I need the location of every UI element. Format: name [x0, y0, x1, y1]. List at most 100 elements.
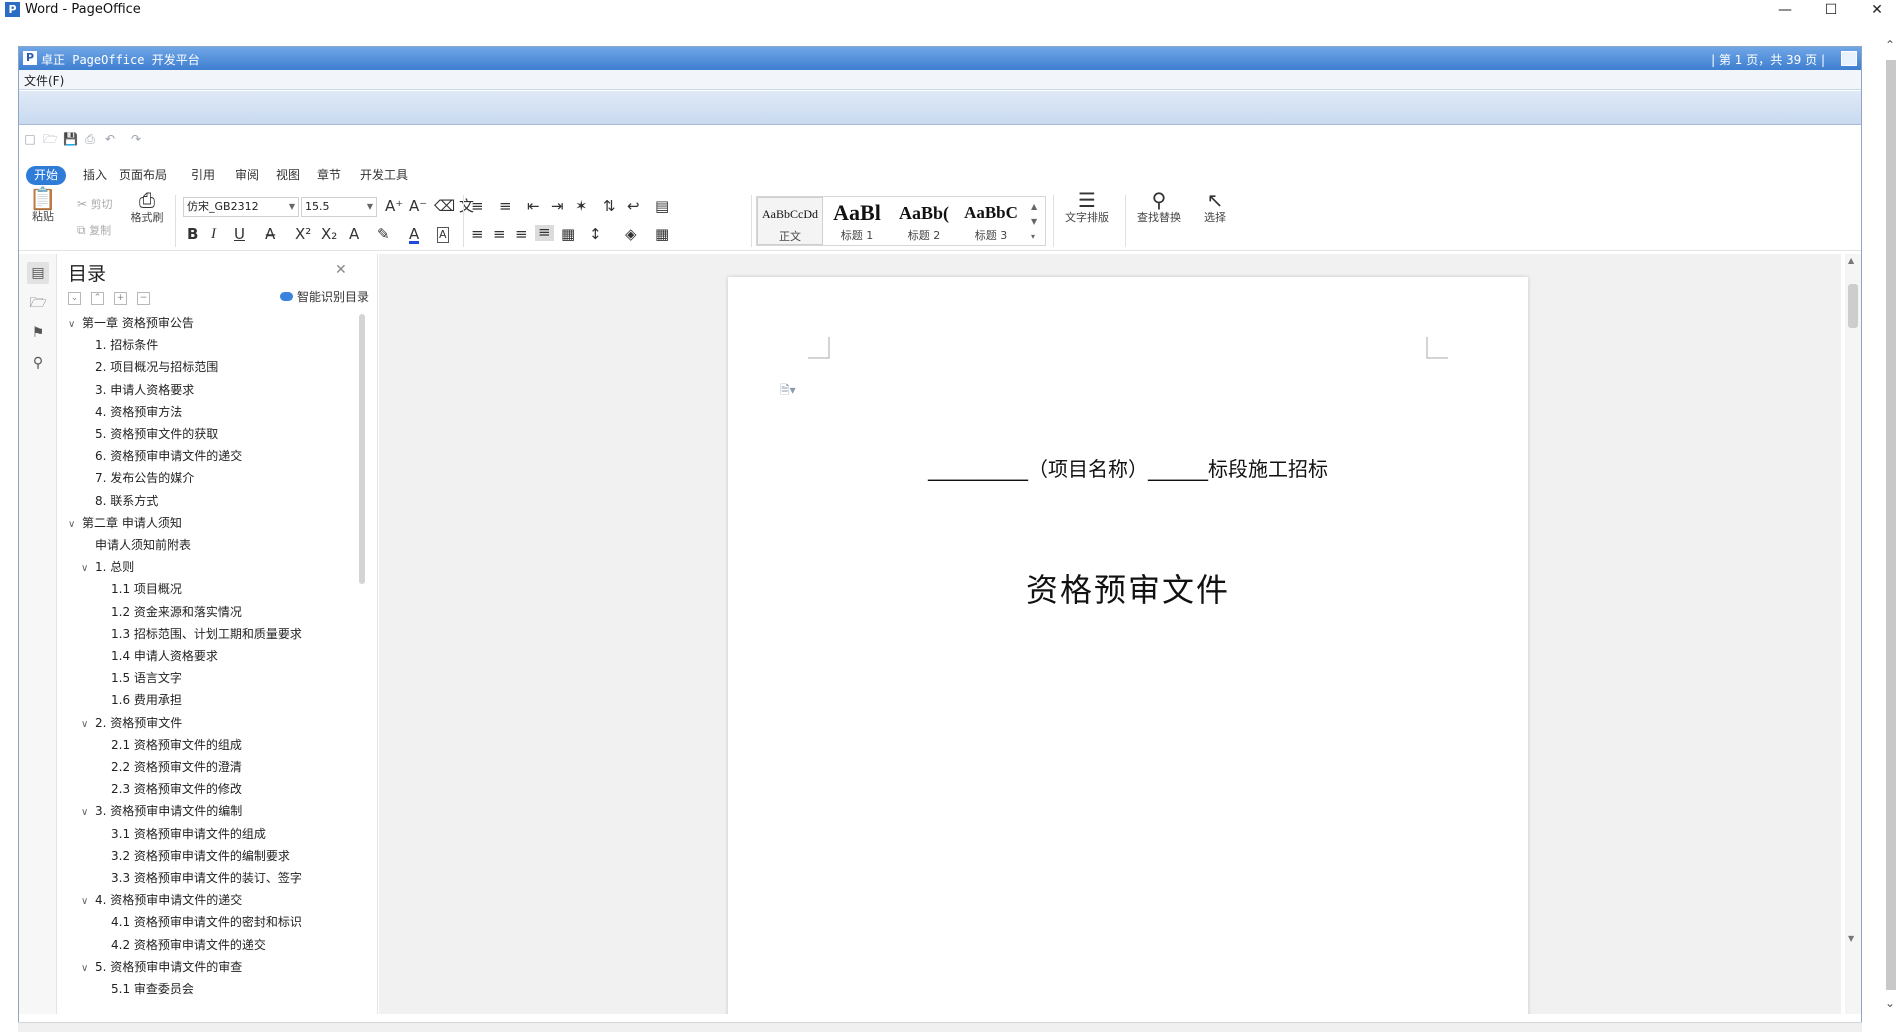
chevron-down-icon[interactable]: ∨	[81, 891, 95, 913]
toc-item[interactable]: 7. 发布公告的媒介	[95, 467, 194, 489]
style-heading-3[interactable]: AaBbC 标题 3	[958, 197, 1024, 245]
toc-item[interactable]: ∨ 1. 总则	[81, 556, 134, 578]
show-marks-button[interactable]: ↩	[627, 199, 640, 215]
font-size-select[interactable]: 15.5 ▼	[301, 197, 377, 217]
remove-level-icon[interactable]: −	[137, 292, 150, 305]
format-painter-button[interactable]: ⎙ 格式刷	[127, 190, 167, 225]
toc-item[interactable]: 1.1 项目概况	[111, 578, 182, 600]
clear-format-button[interactable]: ⌫	[434, 199, 455, 215]
toc-item[interactable]: 2.2 资格预审文件的澄清	[111, 756, 242, 778]
increase-indent-button[interactable]: ⇥	[551, 199, 564, 215]
subscript-button[interactable]: X₂	[321, 227, 337, 243]
align-center-button[interactable]: ≡	[493, 227, 506, 243]
fullscreen-button[interactable]	[1841, 51, 1857, 66]
outer-vertical-scrollbar[interactable]: ⌃ ⌄	[1881, 38, 1901, 1018]
toc-item[interactable]: ∨ 3. 资格预审申请文件的编制	[81, 800, 242, 822]
toc-item[interactable]: 6. 资格预审申请文件的递交	[95, 445, 242, 467]
chapter-nav-icon[interactable]: 🗁	[27, 292, 49, 314]
maximize-button[interactable]: ☐	[1808, 0, 1854, 22]
tab-home[interactable]: 开始	[26, 166, 67, 185]
search-icon[interactable]: ⚲	[27, 352, 49, 374]
document-page[interactable]: 🗎▾ __________（项目名称）______标段施工招标 资格预审文件	[728, 277, 1528, 1014]
scroll-down-arrow-icon[interactable]: ▼	[1848, 934, 1854, 943]
toc-item[interactable]: 5. 资格预审文件的获取	[95, 423, 218, 445]
document-tool-icon[interactable]: 🗎▾	[780, 381, 796, 402]
chevron-down-icon[interactable]: ∨	[68, 514, 82, 536]
open-folder-icon[interactable]: 🗁	[43, 133, 58, 146]
distributed-button[interactable]: ▦	[561, 227, 575, 243]
tab-view[interactable]: 视图	[268, 166, 308, 185]
collapse-all-icon[interactable]: ⌃	[91, 292, 104, 305]
toc-item[interactable]: 1. 招标条件	[95, 334, 158, 356]
toc-item[interactable]: ∨ 第二章 申请人须知	[68, 512, 182, 534]
table-tools-button[interactable]: ▤	[655, 199, 669, 215]
chevron-down-icon[interactable]: ∨	[81, 802, 95, 824]
tab-page-layout[interactable]: 页面布局	[111, 166, 175, 185]
toc-item[interactable]: 2. 项目概况与招标范围	[95, 356, 218, 378]
line-spacing-button[interactable]: ↕	[589, 227, 602, 243]
paste-button[interactable]: 📋 粘贴	[25, 189, 61, 224]
style-normal[interactable]: AaBbCcDd 正文	[757, 197, 823, 245]
gallery-scroll-icon[interactable]: ▲ ▼ ▾	[1031, 199, 1037, 244]
chevron-down-icon[interactable]: ∨	[81, 958, 95, 980]
find-replace-button[interactable]: ⚲ 查找替换	[1129, 190, 1189, 225]
style-heading-2[interactable]: AaBb( 标题 2	[891, 197, 957, 245]
document-vertical-scrollbar[interactable]: ▲ ▼	[1845, 254, 1861, 1014]
scroll-up-arrow-icon[interactable]: ▲	[1848, 256, 1854, 265]
tab-chapter[interactable]: 章节	[309, 166, 349, 185]
scroll-up-arrow-icon[interactable]: ⌃	[1885, 38, 1895, 52]
align-left-button[interactable]: ≡	[471, 227, 484, 243]
save-icon[interactable]: 💾	[63, 133, 78, 146]
toc-item[interactable]: 申请人须知前附表	[95, 534, 191, 556]
tab-references[interactable]: 引用	[183, 166, 223, 185]
copy-button[interactable]: ⧉ 复制	[77, 223, 111, 238]
tab-developer[interactable]: 开发工具	[352, 166, 416, 185]
underline-button[interactable]: U	[234, 227, 245, 243]
highlight-button[interactable]: ✎	[377, 227, 390, 243]
toc-item[interactable]: 4. 资格预审方法	[95, 401, 182, 423]
toc-item[interactable]: 1.2 资金来源和落实情况	[111, 601, 242, 623]
toc-item[interactable]: 8. 联系方式	[95, 490, 158, 512]
smart-toc-button[interactable]: 智能识别目录	[280, 288, 369, 305]
toc-item[interactable]: 3.2 资格预审申请文件的编制要求	[111, 845, 290, 867]
chevron-down-icon[interactable]: ∨	[81, 558, 95, 580]
toc-item[interactable]: 1.3 招标范围、计划工期和质量要求	[111, 623, 302, 645]
redo-icon[interactable]: ↷	[129, 133, 143, 146]
toc-item[interactable]: 4.2 资格预审申请文件的递交	[111, 934, 266, 956]
decrease-indent-button[interactable]: ⇤	[527, 199, 540, 215]
strikethrough-button[interactable]: A̶	[265, 227, 275, 243]
font-name-select[interactable]: 仿宋_GB2312 ▼	[183, 197, 299, 217]
toc-item[interactable]: ∨ 4. 资格预审申请文件的递交	[81, 889, 242, 911]
style-heading-1[interactable]: AaBl 标题 1	[824, 197, 890, 245]
toc-nav-icon[interactable]: ▤	[27, 262, 49, 284]
undo-icon[interactable]: ↶	[103, 133, 117, 146]
numbered-list-button[interactable]: ≡	[499, 199, 512, 215]
expand-all-icon[interactable]: ⌄	[68, 292, 81, 305]
cut-button[interactable]: ✂ 剪切	[77, 197, 113, 212]
minimize-button[interactable]: —	[1762, 0, 1808, 22]
chevron-down-icon[interactable]: ∨	[81, 714, 95, 736]
toc-item[interactable]: 5.1 审查委员会	[111, 978, 194, 1000]
toc-item[interactable]: ∨ 2. 资格预审文件	[81, 712, 182, 734]
scroll-thumb[interactable]	[1848, 284, 1858, 328]
justify-button[interactable]: ≡	[535, 225, 554, 241]
new-doc-icon[interactable]: □	[23, 133, 37, 146]
align-right-button[interactable]: ≡	[515, 227, 528, 243]
tab-review[interactable]: 审阅	[227, 166, 267, 185]
toc-item[interactable]: ∨ 5. 资格预审申请文件的审查	[81, 956, 242, 978]
superscript-button[interactable]: X²	[295, 227, 311, 243]
text-layout-button[interactable]: ☰ 文字排版	[1057, 190, 1117, 225]
add-level-icon[interactable]: +	[114, 292, 127, 305]
print-icon[interactable]: ⎙	[83, 133, 97, 146]
menu-file[interactable]: 文件(F)	[24, 72, 64, 89]
borders-button[interactable]: ▦	[655, 227, 669, 243]
shrink-font-button[interactable]: A⁻	[409, 199, 427, 215]
bold-button[interactable]: B	[187, 227, 198, 243]
bullet-list-button[interactable]: ≡	[471, 199, 484, 215]
shading-button[interactable]: ◈	[625, 227, 637, 243]
sort-button[interactable]: ⇅	[603, 199, 616, 215]
italic-button[interactable]: I	[211, 227, 216, 242]
toc-item[interactable]: 4.1 资格预审申请文件的密封和标识	[111, 911, 302, 933]
close-icon[interactable]: ✕	[335, 262, 347, 278]
toc-item[interactable]: 1.6 费用承担	[111, 689, 182, 711]
